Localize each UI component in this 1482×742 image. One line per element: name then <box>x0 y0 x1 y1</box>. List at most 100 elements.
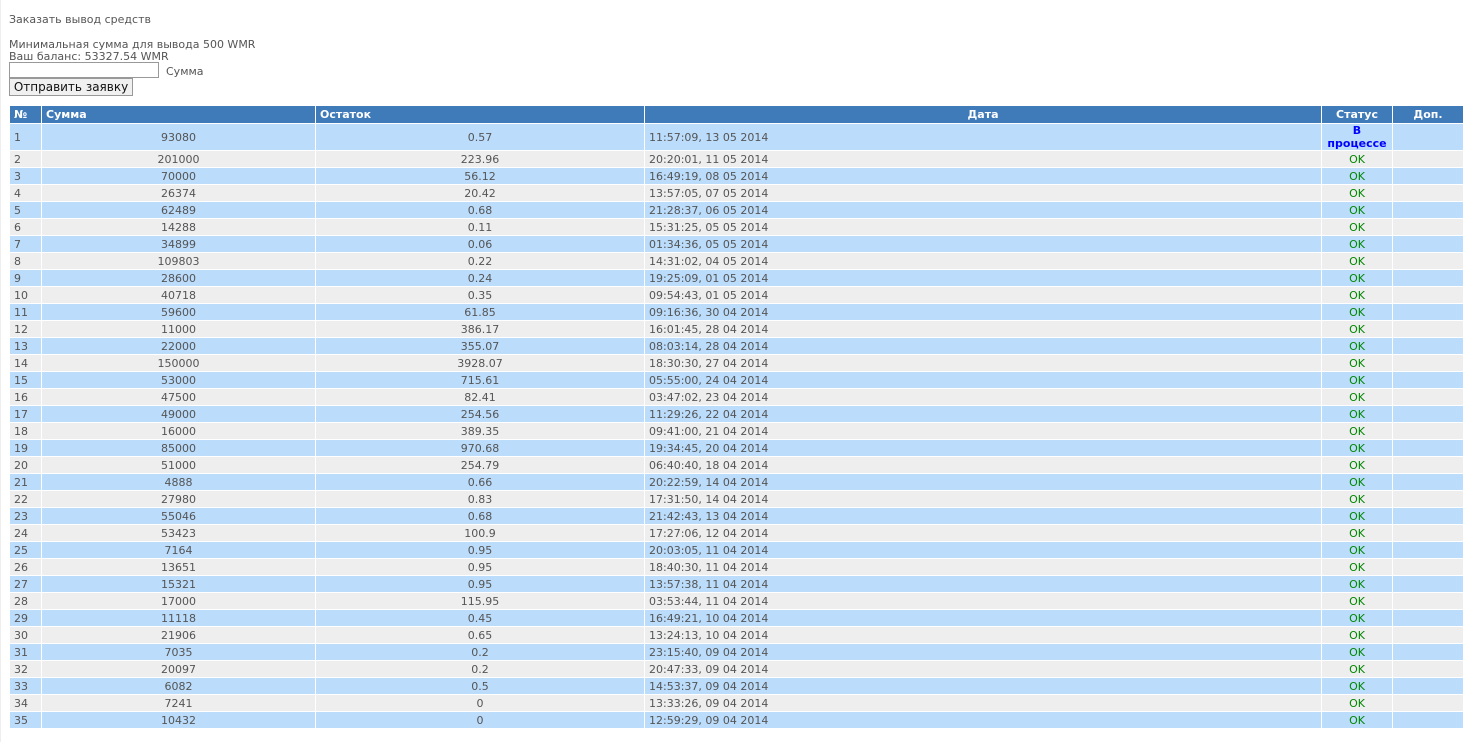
row-number: 1 <box>9 123 42 151</box>
remainder-cell: 0.35 <box>315 286 645 304</box>
amount-cell: 7164 <box>41 541 316 559</box>
status-cell: OK <box>1321 439 1393 457</box>
amount-cell: 26374 <box>41 184 316 202</box>
status-cell: OK <box>1321 677 1393 695</box>
table-row: 17 49000 254.56 11:29:26, 22 04 2014 OK <box>9 405 1464 423</box>
table-row: 20 51000 254.79 06:40:40, 18 04 2014 OK <box>9 456 1464 474</box>
status-cell: OK <box>1321 609 1393 627</box>
submit-request-button[interactable]: Отправить заявку <box>9 78 133 96</box>
table-row: 35 10432 0 12:59:29, 09 04 2014 OK <box>9 711 1464 729</box>
row-number: 20 <box>9 456 42 474</box>
extra-cell <box>1392 320 1464 338</box>
remainder-cell: 0.06 <box>315 235 645 253</box>
amount-cell: 47500 <box>41 388 316 406</box>
remainder-cell: 20.42 <box>315 184 645 202</box>
amount-cell: 15321 <box>41 575 316 593</box>
row-number: 25 <box>9 541 42 559</box>
extra-cell <box>1392 123 1464 151</box>
remainder-cell: 0.2 <box>315 643 645 661</box>
amount-cell: 201000 <box>41 150 316 168</box>
row-number: 10 <box>9 286 42 304</box>
date-cell: 16:01:45, 28 04 2014 <box>644 320 1322 338</box>
amount-cell: 6082 <box>41 677 316 695</box>
date-cell: 23:15:40, 09 04 2014 <box>644 643 1322 661</box>
extra-cell <box>1392 643 1464 661</box>
extra-cell <box>1392 439 1464 457</box>
remainder-cell: 100.9 <box>315 524 645 542</box>
status-cell: OK <box>1321 388 1393 406</box>
header-date: Дата <box>644 106 1322 124</box>
date-cell: 18:40:30, 11 04 2014 <box>644 558 1322 576</box>
status-cell: OK <box>1321 422 1393 440</box>
row-number: 16 <box>9 388 42 406</box>
remainder-cell: 0.65 <box>315 626 645 644</box>
status-cell: OK <box>1321 524 1393 542</box>
table-row: 26 13651 0.95 18:40:30, 11 04 2014 OK <box>9 558 1464 576</box>
row-number: 6 <box>9 218 42 236</box>
amount-cell: 85000 <box>41 439 316 457</box>
amount-cell: 11118 <box>41 609 316 627</box>
row-number: 32 <box>9 660 42 678</box>
table-row: 28 17000 115.95 03:53:44, 11 04 2014 OK <box>9 592 1464 610</box>
status-cell: OK <box>1321 592 1393 610</box>
status-cell: OK <box>1321 201 1393 219</box>
date-cell: 13:57:38, 11 04 2014 <box>644 575 1322 593</box>
remainder-cell: 970.68 <box>315 439 645 457</box>
table-row: 24 53423 100.9 17:27:06, 12 04 2014 OK <box>9 524 1464 542</box>
extra-cell <box>1392 150 1464 168</box>
amount-cell: 17000 <box>41 592 316 610</box>
date-cell: 11:29:26, 22 04 2014 <box>644 405 1322 423</box>
amount-input[interactable] <box>9 62 159 78</box>
row-number: 33 <box>9 677 42 695</box>
extra-cell <box>1392 558 1464 576</box>
amount-cell: 93080 <box>41 123 316 151</box>
header-remainder: Остаток <box>315 106 645 124</box>
row-number: 27 <box>9 575 42 593</box>
status-cell: OK <box>1321 490 1393 508</box>
table-row: 18 16000 389.35 09:41:00, 21 04 2014 OK <box>9 422 1464 440</box>
table-row: 25 7164 0.95 20:03:05, 11 04 2014 OK <box>9 541 1464 559</box>
remainder-cell: 389.35 <box>315 422 645 440</box>
table-row: 27 15321 0.95 13:57:38, 11 04 2014 OK <box>9 575 1464 593</box>
extra-cell <box>1392 711 1464 729</box>
date-cell: 01:34:36, 05 05 2014 <box>644 235 1322 253</box>
table-row: 1 93080 0.57 11:57:09, 13 05 2014 В процессе <box>9 123 1464 151</box>
status-cell: OK <box>1321 507 1393 525</box>
amount-cell: 21906 <box>41 626 316 644</box>
date-cell: 14:53:37, 09 04 2014 <box>644 677 1322 695</box>
status-cell: В процессе <box>1321 123 1393 151</box>
amount-cell: 59600 <box>41 303 316 321</box>
table-row: 13 22000 355.07 08:03:14, 28 04 2014 OK <box>9 337 1464 355</box>
table-row: 19 85000 970.68 19:34:45, 20 04 2014 OK <box>9 439 1464 457</box>
extra-cell <box>1392 524 1464 542</box>
table-row: 33 6082 0.5 14:53:37, 09 04 2014 OK <box>9 677 1464 695</box>
table-row: 31 7035 0.2 23:15:40, 09 04 2014 OK <box>9 643 1464 661</box>
table-row: 14 150000 3928.07 18:30:30, 27 04 2014 OK <box>9 354 1464 372</box>
row-number: 21 <box>9 473 42 491</box>
date-cell: 03:47:02, 23 04 2014 <box>644 388 1322 406</box>
date-cell: 20:03:05, 11 04 2014 <box>644 541 1322 559</box>
status-cell: OK <box>1321 711 1393 729</box>
date-cell: 09:41:00, 21 04 2014 <box>644 422 1322 440</box>
amount-cell: 7035 <box>41 643 316 661</box>
table-row: 6 14288 0.11 15:31:25, 05 05 2014 OK <box>9 218 1464 236</box>
amount-cell: 53423 <box>41 524 316 542</box>
amount-cell: 7241 <box>41 694 316 712</box>
header-extra: Доп. <box>1392 106 1464 124</box>
date-cell: 14:31:02, 04 05 2014 <box>644 252 1322 270</box>
date-cell: 06:40:40, 18 04 2014 <box>644 456 1322 474</box>
row-number: 4 <box>9 184 42 202</box>
table-row: 23 55046 0.68 21:42:43, 13 04 2014 OK <box>9 507 1464 525</box>
extra-cell <box>1392 405 1464 423</box>
row-number: 13 <box>9 337 42 355</box>
amount-cell: 55046 <box>41 507 316 525</box>
row-number: 24 <box>9 524 42 542</box>
row-number: 2 <box>9 150 42 168</box>
remainder-cell: 0.57 <box>315 123 645 151</box>
row-number: 8 <box>9 252 42 270</box>
extra-cell <box>1392 303 1464 321</box>
remainder-cell: 386.17 <box>315 320 645 338</box>
extra-cell <box>1392 422 1464 440</box>
header-status: Статус <box>1321 106 1393 124</box>
remainder-cell: 0.2 <box>315 660 645 678</box>
